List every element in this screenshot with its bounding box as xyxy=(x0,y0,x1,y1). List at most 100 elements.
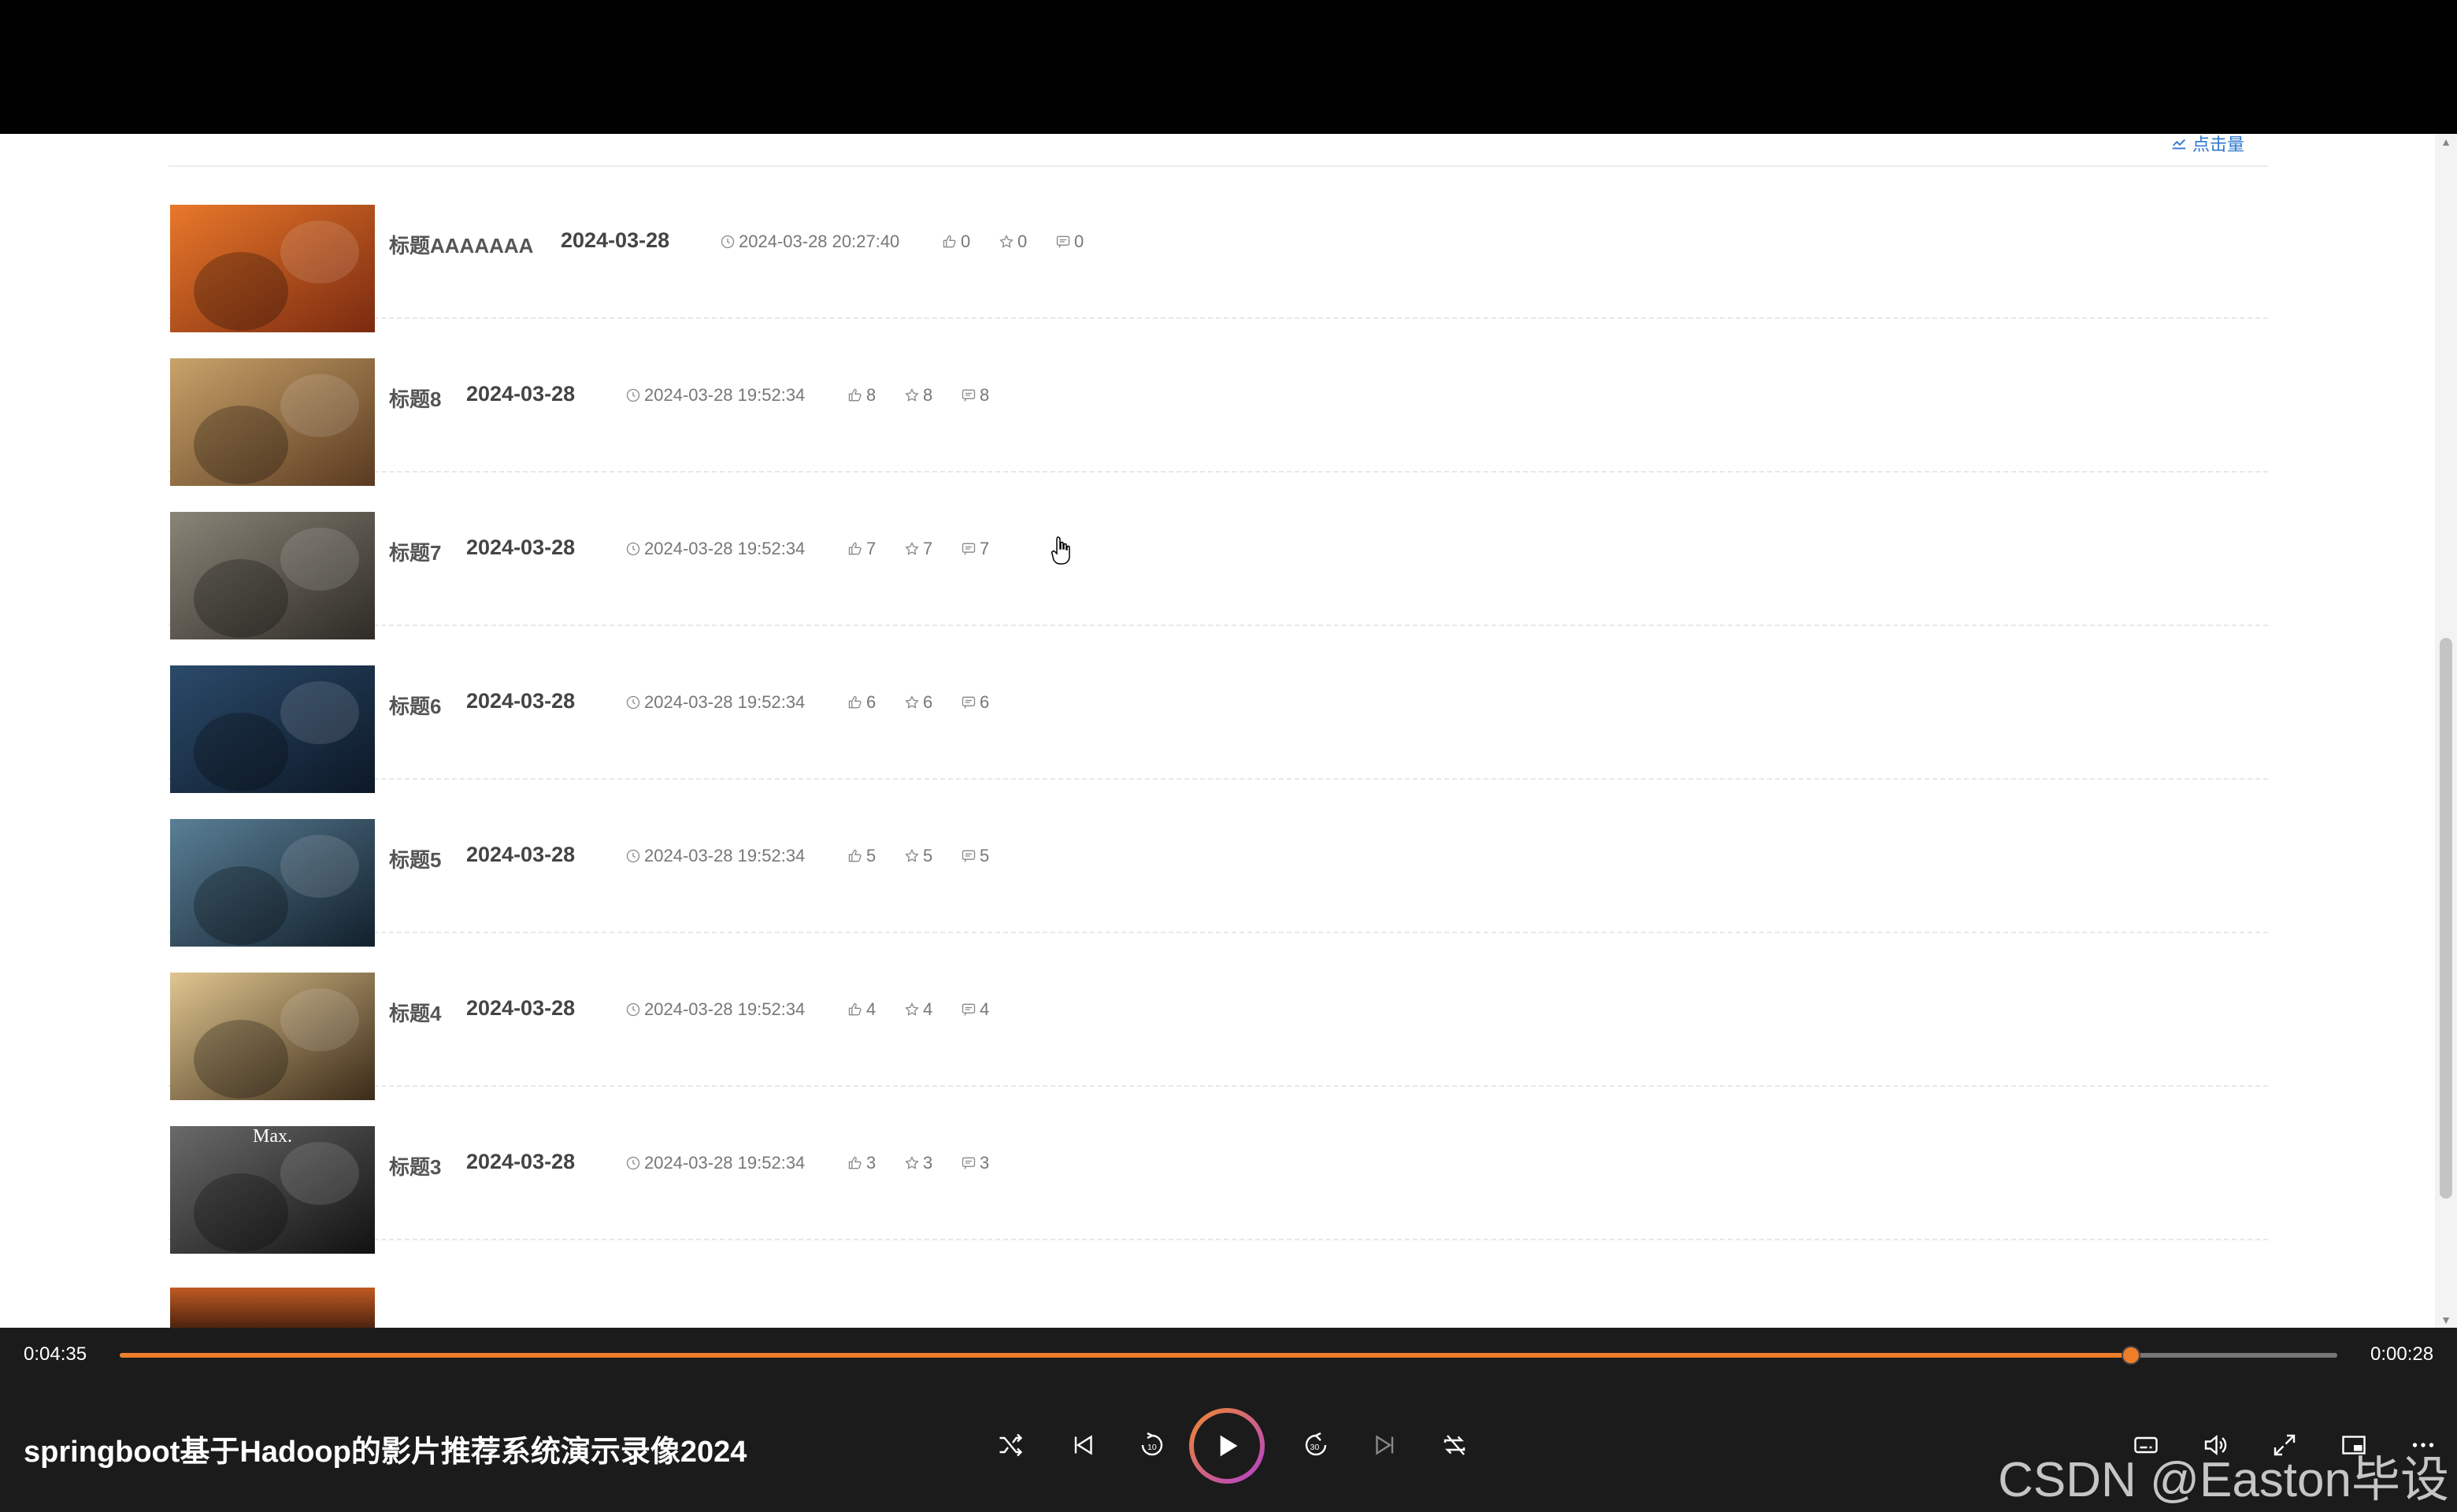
publish-time-text: 2024-03-28 19:52:34 xyxy=(644,846,806,865)
like-count[interactable]: 0 xyxy=(942,232,970,252)
publish-time: 2024-03-28 19:52:34 xyxy=(625,999,805,1020)
like-icon xyxy=(848,849,862,862)
trend-chart-icon xyxy=(2172,139,2186,150)
clock-icon xyxy=(721,235,735,249)
like-count-text: 7 xyxy=(866,539,876,558)
favorite-count[interactable]: 0 xyxy=(999,232,1027,252)
thumbnail-logo-text: Max. xyxy=(253,1126,292,1147)
movie-thumbnail[interactable] xyxy=(170,819,375,947)
movie-date: 2024-03-28 xyxy=(466,1150,576,1173)
movie-title[interactable]: 标题AAAAAAA xyxy=(389,230,533,259)
movie-title[interactable]: 标题7 xyxy=(389,537,441,566)
list-item[interactable]: 标题4 2024-03-28 2024-03-28 19:52:34 4 4 4 xyxy=(169,933,2268,1100)
movie-thumbnail[interactable] xyxy=(170,358,375,486)
comment-count-text: 7 xyxy=(980,539,990,558)
forward-30-button[interactable]: 30 xyxy=(1296,1425,1336,1465)
comment-count[interactable]: 3 xyxy=(961,1153,989,1173)
comment-count[interactable]: 6 xyxy=(961,692,989,713)
comment-count-text: 4 xyxy=(980,999,990,1019)
movie-thumbnail[interactable] xyxy=(170,665,375,793)
partial-next-row[interactable] xyxy=(169,1288,2268,1328)
movie-title[interactable]: 标题8 xyxy=(389,384,441,413)
movie-list-page: 点击量 标题AAAAAAA 2024-03-28 2024-03-28 20:2… xyxy=(0,134,2457,1328)
movie-title[interactable]: 标题5 xyxy=(389,844,441,873)
movie-thumbnail[interactable] xyxy=(170,512,375,639)
comment-icon xyxy=(1056,235,1070,248)
movie-title[interactable]: 标题3 xyxy=(389,1151,441,1180)
shuffle-icon xyxy=(999,1433,1023,1457)
comment-icon xyxy=(962,1003,976,1016)
star-icon xyxy=(905,848,919,862)
svg-text:10: 10 xyxy=(1147,1443,1157,1452)
next-button[interactable] xyxy=(1366,1425,1405,1465)
movie-thumbnail[interactable]: Max. xyxy=(170,1126,375,1254)
publish-time: 2024-03-28 19:52:34 xyxy=(625,692,805,713)
publish-time: 2024-03-28 19:52:34 xyxy=(625,1153,805,1173)
publish-time: 2024-03-28 19:52:34 xyxy=(625,539,805,559)
sort-by-clicks-label: 点击量 xyxy=(2192,135,2245,154)
favorite-count[interactable]: 6 xyxy=(904,692,932,713)
favorite-count-text: 3 xyxy=(923,1153,933,1173)
comment-count-text: 0 xyxy=(1074,232,1084,251)
like-count[interactable]: 3 xyxy=(847,1153,876,1173)
like-count[interactable]: 8 xyxy=(847,385,876,406)
play-button[interactable] xyxy=(1189,1408,1265,1484)
comment-icon xyxy=(962,1157,976,1169)
like-count-text: 5 xyxy=(866,846,876,865)
clock-icon xyxy=(626,1002,640,1017)
comment-count[interactable]: 7 xyxy=(961,539,989,559)
repeat-button[interactable] xyxy=(1435,1425,1474,1465)
like-count[interactable]: 4 xyxy=(847,999,876,1020)
comment-count[interactable]: 5 xyxy=(961,846,989,866)
movie-title[interactable]: 标题6 xyxy=(389,691,441,720)
clock-icon xyxy=(626,388,640,402)
star-icon xyxy=(905,1002,919,1016)
favorite-count-text: 7 xyxy=(923,539,933,558)
comment-count[interactable]: 0 xyxy=(1055,232,1084,252)
scroll-down-arrow-icon[interactable]: ▼ xyxy=(2440,1314,2452,1326)
page-scrollbar[interactable]: ▲ ▼ xyxy=(2435,134,2457,1328)
list-item[interactable]: 标题AAAAAAA 2024-03-28 2024-03-28 20:27:40… xyxy=(169,165,2268,332)
shuffle-button[interactable] xyxy=(991,1425,1030,1465)
forward-30-icon: 30 xyxy=(1305,1432,1327,1456)
scroll-thumb[interactable] xyxy=(2440,638,2452,1199)
list-item[interactable]: 标题8 2024-03-28 2024-03-28 19:52:34 8 8 8 xyxy=(169,319,2268,486)
movie-date: 2024-03-28 xyxy=(561,228,670,252)
publish-time-text: 2024-03-28 19:52:34 xyxy=(644,999,806,1019)
movie-date: 2024-03-28 xyxy=(466,689,576,713)
scroll-up-arrow-icon[interactable]: ▲ xyxy=(2440,135,2452,148)
partial-thumbnail[interactable] xyxy=(170,1288,375,1328)
like-icon xyxy=(848,542,862,555)
star-icon xyxy=(905,387,919,402)
like-count-text: 8 xyxy=(866,385,876,405)
list-item[interactable]: 标题6 2024-03-28 2024-03-28 19:52:34 6 6 6 xyxy=(169,626,2268,793)
rewind-10-button[interactable]: 10 xyxy=(1132,1425,1172,1465)
favorite-count[interactable]: 8 xyxy=(904,385,932,406)
like-count[interactable]: 5 xyxy=(847,846,876,866)
favorite-count[interactable]: 4 xyxy=(904,999,932,1020)
previous-button[interactable] xyxy=(1063,1425,1102,1465)
movie-title[interactable]: 标题4 xyxy=(389,998,441,1027)
like-count[interactable]: 7 xyxy=(847,539,876,559)
comment-count[interactable]: 4 xyxy=(961,999,989,1020)
favorite-count[interactable]: 3 xyxy=(904,1153,932,1173)
favorite-count[interactable]: 7 xyxy=(904,539,932,559)
comment-count-text: 3 xyxy=(980,1153,990,1173)
favorite-count[interactable]: 5 xyxy=(904,846,932,866)
like-count[interactable]: 6 xyxy=(847,692,876,713)
like-count-text: 4 xyxy=(866,999,876,1019)
list-item[interactable]: 标题7 2024-03-28 2024-03-28 19:52:34 7 7 7 xyxy=(169,472,2268,639)
like-count-text: 3 xyxy=(866,1153,876,1173)
csdn-watermark: CSDN @Easton毕设 xyxy=(1998,1453,2449,1507)
list-item[interactable]: Max. 标题3 2024-03-28 2024-03-28 19:52:34 … xyxy=(169,1087,2268,1254)
movie-thumbnail[interactable] xyxy=(170,973,375,1100)
comment-count[interactable]: 8 xyxy=(961,385,989,406)
list-item[interactable]: 标题5 2024-03-28 2024-03-28 19:52:34 5 5 5 xyxy=(169,780,2268,947)
seek-handle[interactable] xyxy=(2122,1346,2141,1365)
movie-thumbnail[interactable] xyxy=(170,205,375,332)
sort-by-clicks-link[interactable]: 点击量 xyxy=(2170,134,2245,154)
movie-date: 2024-03-28 xyxy=(466,843,576,866)
star-icon xyxy=(905,541,919,555)
seek-bar-progress xyxy=(120,1353,2132,1358)
seek-bar[interactable] xyxy=(120,1346,2337,1365)
